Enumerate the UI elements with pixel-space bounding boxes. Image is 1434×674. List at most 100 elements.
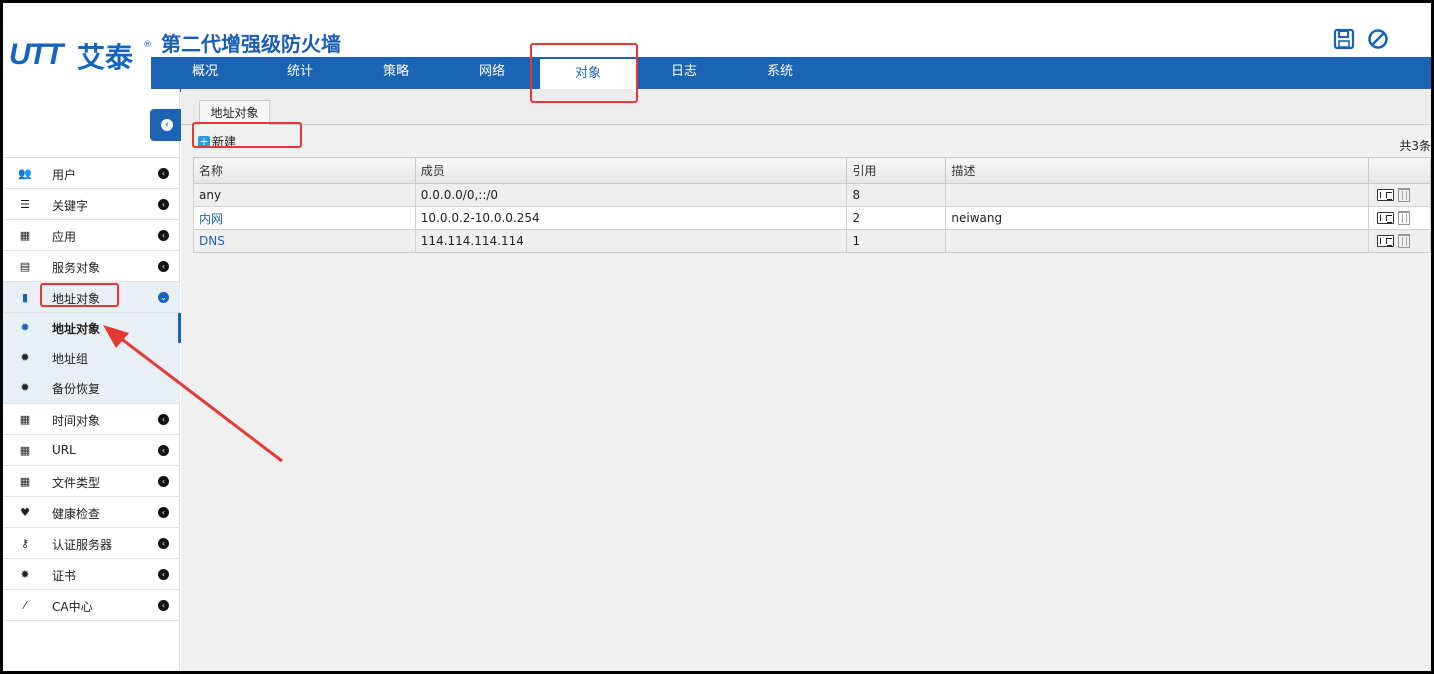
new-button-label: 新建 [212,135,237,149]
sidebar: ‹ 👥 用户 ‹ ☰ 关键字 ‹ ▦ 应用 ‹ ▤ 服务对象 ‹ ▮ 地址对象 … [3,89,184,671]
heartbeat-icon: ♥ [20,506,30,519]
app-window: UTT 艾泰 ® 第二代增强级防火墙 概况 统计 策略 网络 对象 日志 系统 … [3,3,1431,671]
chevron-left-icon: ‹ [158,538,169,549]
nav-item-overview[interactable]: 概况 [157,57,253,92]
column-header-name[interactable]: 名称 [193,157,416,184]
chevron-left-icon: ‹ [158,168,169,179]
sidebar-item-label: 健康检查 [52,507,101,521]
sidebar-item-users[interactable]: 👥 用户 ‹ [3,158,180,189]
chevron-left-icon: ‹ [158,569,169,580]
app-title: 第二代增强级防火墙 [161,32,341,56]
logo-text: 艾泰 [77,41,134,74]
sidebar-item-apps[interactable]: ▦ 应用 ‹ [3,220,180,251]
sidebar-item-certificates[interactable]: ✸ 证书 ‹ [3,559,180,590]
sidebar-item-url[interactable]: ▦ URL ‹ [3,435,180,466]
save-icon[interactable] [1333,28,1355,50]
sidebar-item-health-check[interactable]: ♥ 健康检查 ‹ [3,497,180,528]
edit-icon[interactable] [1377,235,1394,248]
cell-description [945,183,1369,207]
chevron-left-icon: ‹ [158,199,169,210]
content-tabbar: 地址对象 [181,89,1431,126]
sidebar-item-file-types[interactable]: ▦ 文件类型 ‹ [3,466,180,497]
trash-icon[interactable] [1398,188,1410,203]
cell-actions [1368,229,1431,253]
certificate-icon: ✸ [20,568,30,581]
sidebar-item-time-objects[interactable]: ▦ 时间对象 ‹ [3,404,180,435]
cell-actions [1368,206,1431,230]
wand-icon: ⁄ [24,599,26,612]
plus-icon: + [198,134,210,148]
cell-name: DNS [193,229,416,253]
sidebar-subitem-label: 备份恢复 [52,382,101,396]
cell-name: 内网 [193,206,416,230]
chevron-left-icon: ‹ [158,261,169,272]
nav-item-stats[interactable]: 统计 [252,57,348,92]
sidebar-item-label: 认证服务器 [52,538,113,552]
calendar-icon: ▦ [19,413,31,426]
sidebar-menu: 👥 用户 ‹ ☰ 关键字 ‹ ▦ 应用 ‹ ▤ 服务对象 ‹ ▮ 地址对象 ⌄ … [3,157,181,621]
chevron-left-icon: ‹ [158,476,169,487]
sidebar-item-label: 用户 [52,168,77,182]
sidebar-item-label: 地址对象 [52,292,101,306]
calendar-icon: ▦ [19,475,31,488]
gear-icon: ✹ [20,321,30,334]
edit-icon[interactable] [1377,212,1394,225]
row-name-link[interactable]: DNS [199,234,225,248]
logo: UTT 艾泰 ® [9,34,152,74]
chevron-left-icon: ‹ [158,414,169,425]
cell-actions [1368,183,1431,207]
sidebar-item-address-objects[interactable]: ▮ 地址对象 ⌄ [3,282,180,313]
gear-icon: ✹ [20,381,30,394]
cell-name: any [193,183,416,207]
row-name-link[interactable]: 内网 [199,212,223,226]
main-content: 地址对象 + 新建 共3条 名称 成员 引用 描述 any 0.0.0.0/0,… [181,89,1431,671]
sidebar-subitem-label: 地址组 [52,352,89,366]
cell-refs: 2 [846,206,947,230]
cell-refs: 8 [846,183,947,207]
cancel-icon[interactable] [1367,28,1389,50]
table-row: DNS 114.114.114.114 1 [193,229,1431,253]
sidebar-item-service-objects[interactable]: ▤ 服务对象 ‹ [3,251,180,282]
sidebar-item-label: 时间对象 [52,414,101,428]
sidebar-subitem-backup-restore[interactable]: ✹ 备份恢复 [3,373,180,403]
cell-description [945,229,1369,253]
table-row: any 0.0.0.0/0,::/0 8 [193,183,1431,207]
nav-item-logs[interactable]: 日志 [636,57,732,92]
cell-refs: 1 [846,229,947,253]
address-objects-table: 名称 成员 引用 描述 any 0.0.0.0/0,::/0 8 内网 10.0… [193,157,1431,253]
column-header-description[interactable]: 描述 [945,157,1369,184]
nav-item-system[interactable]: 系统 [732,57,828,92]
grid-icon: ▦ [19,229,31,242]
main-nav: 概况 统计 策略 网络 对象 日志 系统 [151,57,1431,92]
sidebar-item-keywords[interactable]: ☰ 关键字 ‹ [3,189,180,220]
tab-address-objects[interactable]: 地址对象 [199,100,270,126]
table-row: 内网 10.0.0.2-10.0.0.254 2 neiwang [193,206,1431,230]
sidebar-submenu: ✹ 地址对象 ✹ 地址组 ✹ 备份恢复 [3,313,181,404]
sidebar-collapse-button[interactable]: ‹ [150,109,184,141]
trash-icon[interactable] [1398,211,1410,226]
key-icon: ⚷ [20,537,30,550]
column-header-refs[interactable]: 引用 [846,157,947,184]
sidebar-item-ca-center[interactable]: ⁄ CA中心 ‹ [3,590,180,621]
nav-item-objects[interactable]: 对象 [540,59,636,92]
sidebar-item-auth-servers[interactable]: ⚷ 认证服务器 ‹ [3,528,180,559]
list-icon: ☰ [20,198,30,211]
column-header-members[interactable]: 成员 [414,157,848,184]
header: UTT 艾泰 ® 第二代增强级防火墙 概况 统计 策略 网络 对象 日志 系统 [3,3,1431,92]
new-button[interactable]: + 新建 [198,133,236,151]
cell-members: 10.0.0.2-10.0.0.254 [414,206,848,230]
sidebar-item-label: 证书 [52,569,77,583]
edit-icon[interactable] [1377,189,1394,202]
sidebar-subitem-address-groups[interactable]: ✹ 地址组 [3,343,180,373]
sidebar-subitem-address-objects[interactable]: ✹ 地址对象 [3,313,181,343]
calendar-icon: ▦ [19,444,31,457]
chevron-down-icon: ⌄ [158,292,169,303]
toolbar: + 新建 共3条 [191,127,1431,157]
chevron-left-icon: ‹ [158,445,169,456]
cell-description: neiwang [945,206,1369,230]
trash-icon[interactable] [1398,234,1410,249]
nav-item-policy[interactable]: 策略 [348,57,444,92]
cell-members: 0.0.0.0/0,::/0 [414,183,848,207]
sidebar-item-label: 应用 [52,230,77,244]
nav-item-network[interactable]: 网络 [444,57,540,92]
